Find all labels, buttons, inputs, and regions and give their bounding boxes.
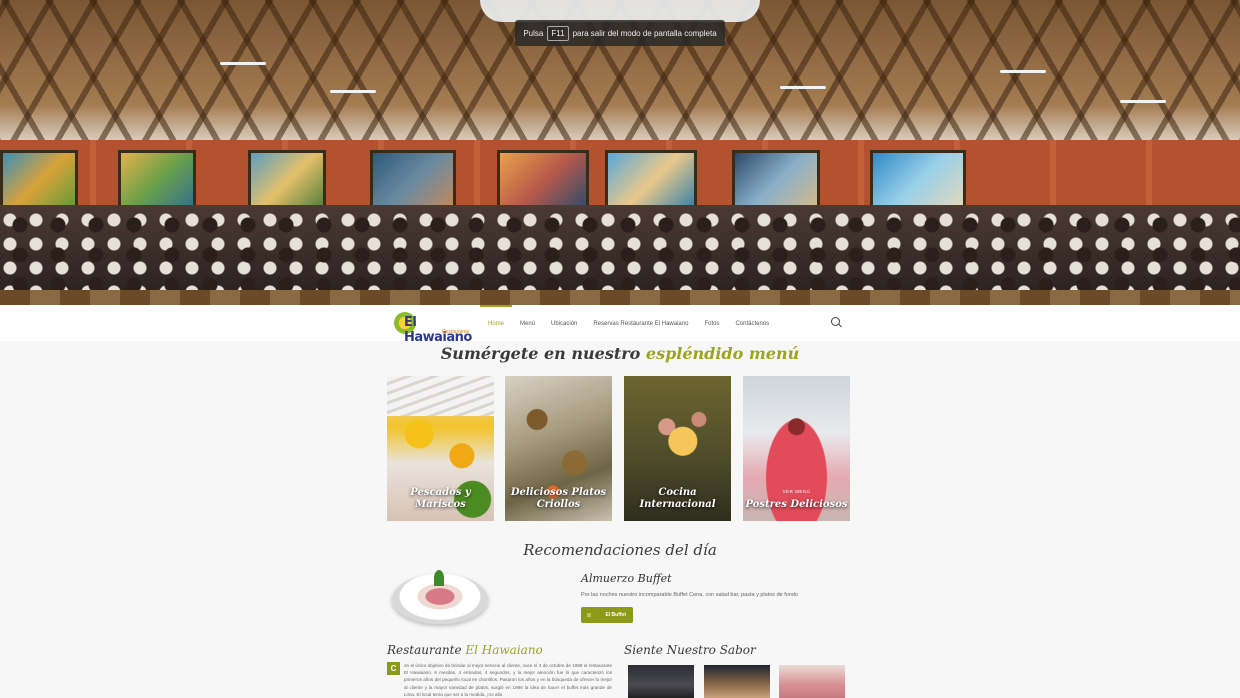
menu-tile-overlay[interactable]: VER MENÚ	[743, 489, 850, 494]
menu-section-title: Sumérgete en nuestro espléndido menú	[0, 344, 1240, 363]
ceiling-fan-icon	[1000, 70, 1046, 73]
about-title: Restaurante El Hawaiano	[387, 643, 543, 657]
hero-trim	[0, 290, 1240, 305]
buffet-plate-image	[392, 570, 488, 624]
nav-home[interactable]: Home	[480, 305, 513, 341]
menu-tile-label: Deliciosos Platos Criollos	[510, 487, 607, 510]
fullscreen-tooltip-key: F11	[547, 25, 569, 41]
about-text: on el único objetivo de brindar al mejor…	[404, 663, 612, 697]
menu-tile-label: Postres Deliciosos	[745, 499, 848, 510]
site-logo[interactable]: El Hawaiano Restaurante	[394, 310, 472, 345]
flavor-thumbnail[interactable]	[628, 665, 694, 698]
ceiling-fan-icon	[220, 62, 266, 65]
fullscreen-tooltip: Pulsa F11 para salir del modo de pantall…	[515, 20, 725, 46]
menu-tile-internacional[interactable]: Cocina Internacional	[624, 376, 731, 521]
fullscreen-tooltip-after: para salir del modo de pantalla completa	[572, 28, 717, 38]
buffet-button-label: El Buffet	[605, 612, 626, 618]
ceiling-fan-icon	[780, 86, 826, 89]
main-nav: Home Menú Ubicación Reservas Restaurante…	[480, 305, 777, 341]
ceiling-fan-icon	[1120, 100, 1166, 103]
menu-tile-pescados[interactable]: Pescados y Mariscos	[387, 376, 494, 521]
menu-tile-label: Pescados y Mariscos	[410, 487, 471, 510]
flavor-thumbnail[interactable]	[779, 665, 845, 698]
about-title-highlight: El Hawaiano	[465, 643, 543, 657]
about-title-prefix: Restaurante	[387, 643, 462, 657]
flavor-thumbnail[interactable]	[704, 665, 770, 698]
menu-title-prefix: Sumérgete en nuestro	[440, 344, 641, 363]
menu-title-highlight: espléndido menú	[645, 344, 800, 363]
menu-tiles: Pescados y Mariscos Deliciosos Platos Cr…	[387, 376, 850, 522]
button-icon	[587, 613, 591, 617]
recommendation-description: Por las noches nuestro incomparable Buff…	[581, 592, 798, 598]
ceiling-fan-icon	[330, 90, 376, 93]
nav-fotos[interactable]: Fotos	[696, 305, 727, 341]
nav-contactenos[interactable]: Contáctenos	[727, 305, 777, 341]
about-dropcap: C	[387, 662, 400, 675]
menu-tile-postres[interactable]: VER MENÚ Postres Deliciosos	[743, 376, 850, 521]
fullscreen-tooltip-before: Pulsa	[523, 28, 544, 38]
flavor-title: Siente Nuestro Sabor	[624, 643, 756, 657]
nav-ubicacion[interactable]: Ubicación	[543, 305, 585, 341]
hero-dining-crowd	[0, 205, 1240, 295]
search-icon[interactable]	[831, 317, 840, 326]
recommendation-name: Almuerzo Buffet	[581, 572, 672, 585]
logo-subtitle: Restaurante	[442, 329, 470, 335]
nav-menu[interactable]: Menú	[512, 305, 543, 341]
menu-tile-criollos[interactable]: Deliciosos Platos Criollos	[505, 376, 612, 521]
nav-reservas[interactable]: Reservas Restaurante El Hawaiano	[585, 305, 696, 341]
menu-tile-label: Cocina Internacional	[639, 487, 716, 510]
buffet-button[interactable]: El Buffet	[581, 607, 633, 623]
recommendations-title: Recomendaciones del día	[523, 541, 717, 559]
hero-skylight	[480, 0, 760, 22]
